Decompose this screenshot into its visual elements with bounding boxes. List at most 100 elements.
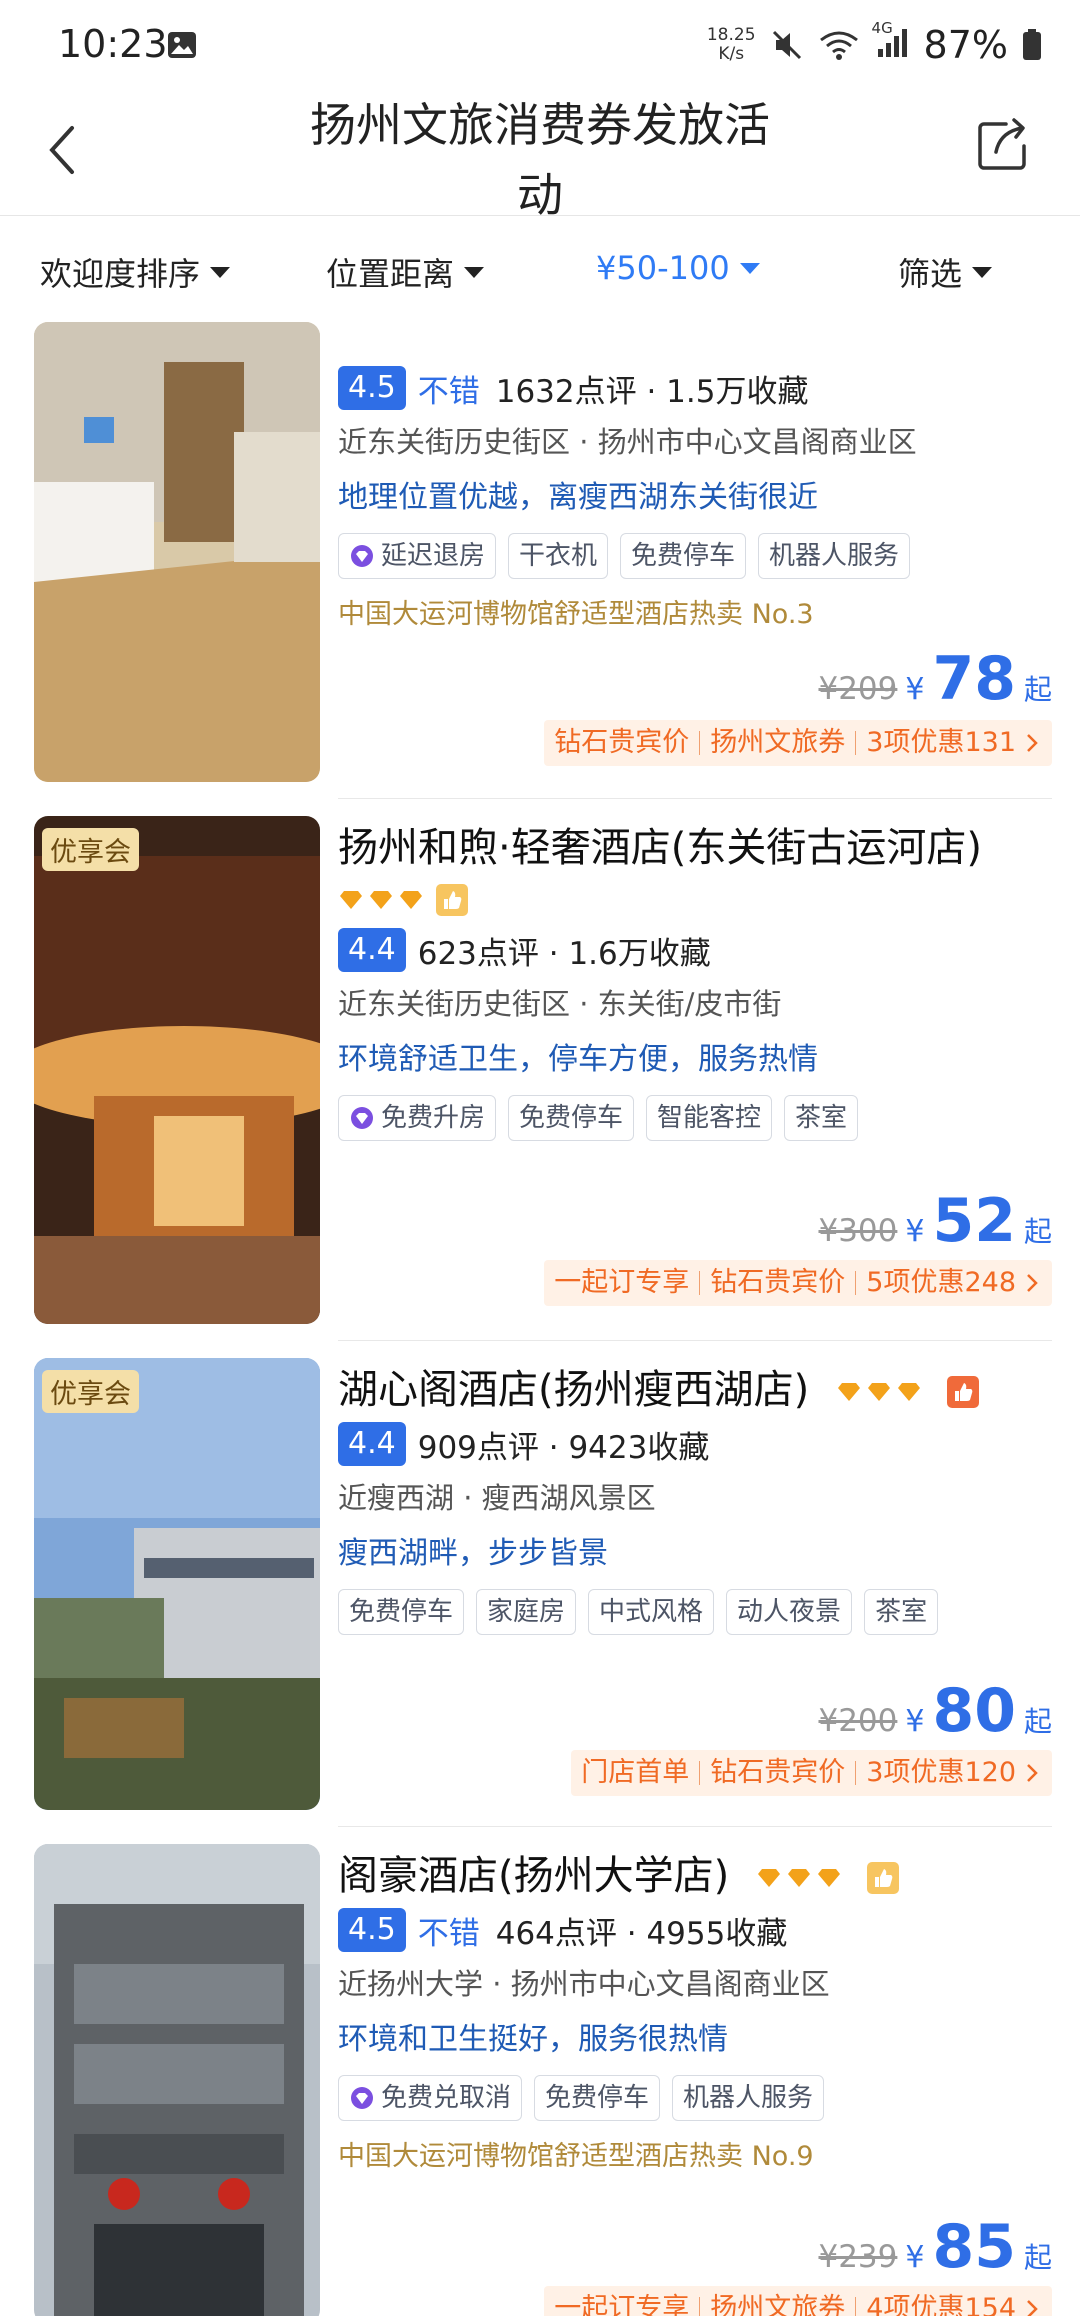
tag: 家庭房: [476, 1589, 577, 1635]
chevron-right-icon: [1027, 1274, 1038, 1292]
promo-bar[interactable]: 钻石贵宾价 扬州文旅券 3项优惠131: [544, 720, 1052, 766]
hotel-photo[interactable]: [34, 322, 320, 782]
hotel-location: 近东关街历史街区 · 东关街/皮市街: [338, 987, 782, 1021]
diamond-rating: [836, 1383, 922, 1401]
diamond-icon: [867, 1383, 890, 1401]
hotel-card[interactable]: 优享会 湖心阁酒店(扬州瘦西湖店) 4.4 909点评 · 9423收藏 近瘦西…: [34, 1358, 1052, 1810]
chevron-right-icon: [1027, 734, 1038, 752]
thumbs-up-icon: [866, 1862, 899, 1894]
hotel-card[interactable]: 阁豪酒店(扬州大学店) 4.5 不错 464点评 · 4955收藏 近扬州大学 …: [34, 1844, 1052, 2316]
tag: 动人夜景: [726, 1589, 853, 1635]
hotel-photo[interactable]: [34, 1844, 320, 2316]
net-speed: 18.25 K/s: [706, 25, 756, 64]
divider: [338, 1826, 1052, 1827]
current-price: 80: [932, 1676, 1016, 1746]
hotel-info: 4.5 不错 1632点评 · 1.5万收藏 近东关街历史街区 · 扬州市中心文…: [338, 322, 1052, 644]
hotel-photo[interactable]: 优享会: [34, 816, 320, 1324]
price-block: ¥300 ¥ 52 起: [818, 1186, 1052, 1256]
member-badge: 优享会: [42, 1370, 139, 1413]
vip-diamond-icon: [351, 1107, 373, 1129]
tag-vip: 免费升房: [338, 1095, 497, 1141]
gallery-icon: [168, 32, 196, 58]
price-suffix: 起: [1023, 1705, 1052, 1738]
ranking-label: 中国大运河博物馆舒适型酒店热卖 No.3: [338, 599, 814, 630]
tag-vip: 免费兑取消: [338, 2075, 523, 2121]
signal-indicator: 4G: [872, 19, 910, 63]
filter-price[interactable]: ¥50-100: [596, 249, 760, 287]
diamond-icon: [787, 1869, 810, 1887]
filter-popularity-sort[interactable]: 欢迎度排序: [40, 249, 231, 295]
currency: ¥: [905, 1704, 925, 1739]
tag: 茶室: [864, 1589, 939, 1635]
tag: 免费停车: [620, 533, 747, 579]
tag-list: 延迟退房 干衣机 免费停车 机器人服务: [338, 526, 1052, 586]
chevron-down-icon: [464, 266, 485, 278]
score-badge: 4.4: [338, 1422, 406, 1466]
review-count: 623点评 · 1.6万收藏: [417, 935, 711, 972]
hotel-name[interactable]: 扬州和煦·轻奢酒店(东关街古运河店): [338, 820, 1052, 876]
hotel-photo[interactable]: 优享会: [34, 1358, 320, 1810]
currency: ¥: [905, 1214, 925, 1249]
thumbs-up-icon: [946, 1376, 979, 1408]
tag: 干衣机: [508, 533, 609, 579]
hotel-highlight: 瘦西湖畔，步步皆景: [338, 1536, 608, 1571]
vip-diamond-icon: [351, 545, 373, 567]
hotel-name[interactable]: 湖心阁酒店(扬州瘦西湖店): [338, 1367, 809, 1413]
chevron-down-icon: [210, 266, 231, 278]
chevron-down-icon: [739, 262, 760, 274]
hotel-list[interactable]: 4.5 不错 1632点评 · 1.5万收藏 近东关街历史街区 · 扬州市中心文…: [0, 322, 1080, 2316]
diamond-icon: [340, 891, 362, 909]
battery-percent: 87%: [923, 23, 1008, 67]
promo-bar[interactable]: 一起订专享 扬州文旅券 4项优惠154: [544, 2286, 1052, 2316]
tag-vip: 延迟退房: [338, 533, 497, 579]
price-suffix: 起: [1023, 1215, 1052, 1248]
chevron-down-icon: [972, 266, 993, 278]
mute-icon: [772, 30, 801, 60]
tag: 茶室: [784, 1095, 859, 1141]
wifi-icon: [819, 31, 858, 60]
hotel-name-row[interactable]: 湖心阁酒店(扬州瘦西湖店): [338, 1362, 1052, 1418]
promo-bar[interactable]: 一起订专享 钻石贵宾价 5项优惠248: [544, 1260, 1052, 1306]
currency: ¥: [905, 2240, 925, 2275]
hotel-name-row[interactable]: 阁豪酒店(扬州大学店): [338, 1848, 1052, 1904]
tag-list: 免费兑取消 免费停车 机器人服务: [338, 2068, 1052, 2128]
original-price: ¥200: [818, 1703, 898, 1739]
back-arrow-icon[interactable]: [40, 120, 84, 180]
header-bar: 扬州文旅消费券发放活 动: [0, 90, 1080, 222]
diamond-icon: [897, 1383, 920, 1401]
current-price: 78: [932, 644, 1016, 714]
chevron-right-icon: [1027, 2300, 1038, 2316]
vip-diamond-icon: [351, 2087, 373, 2109]
current-price: 85: [932, 2212, 1016, 2282]
diamond-icon: [370, 891, 392, 909]
score-label: 不错: [417, 1915, 480, 1952]
filter-bar: 欢迎度排序 位置距离 ¥50-100 筛选: [0, 216, 1080, 322]
status-time: 10:23: [58, 22, 168, 66]
hotel-location: 近扬州大学 · 扬州市中心文昌阁商业区: [338, 1967, 830, 2001]
price-suffix: 起: [1023, 673, 1052, 706]
promo-bar[interactable]: 门店首单 钻石贵宾价 3项优惠120: [571, 1750, 1052, 1796]
battery-icon: [1023, 29, 1041, 60]
chevron-right-icon: [1027, 1764, 1038, 1782]
hotel-card[interactable]: 4.5 不错 1632点评 · 1.5万收藏 近东关街历史街区 · 扬州市中心文…: [34, 322, 1052, 782]
diamond-icon: [837, 1383, 860, 1401]
tag-list: 免费升房 免费停车 智能客控 茶室: [338, 1088, 1052, 1148]
filter-distance[interactable]: 位置距离: [326, 249, 485, 295]
price-block: ¥209 ¥ 78 起: [818, 644, 1052, 714]
status-bar: 10:23 18.25 K/s 4G 87%: [0, 0, 1080, 90]
tag: 免费停车: [508, 1095, 635, 1141]
tag-list: 免费停车 家庭房 中式风格 动人夜景 茶室: [338, 1582, 1052, 1642]
diamond-icon: [757, 1869, 780, 1887]
hotel-highlight: 地理位置优越，离瘦西湖东关街很近: [338, 480, 818, 515]
tag: 免费停车: [338, 1589, 465, 1635]
review-count: 1632点评 · 1.5万收藏: [495, 373, 809, 410]
hotel-info: 阁豪酒店(扬州大学店) 4.5 不错 464点评 · 4955收藏 近扬州大学 …: [338, 1848, 1052, 2186]
hotel-name[interactable]: 阁豪酒店(扬州大学店): [338, 1853, 729, 1899]
hotel-info: 扬州和煦·轻奢酒店(东关街古运河店) 4.4 623点评 · 1.6万收藏 近东…: [338, 820, 1052, 1148]
diamond-rating: [338, 891, 424, 909]
filter-more[interactable]: 筛选: [898, 249, 993, 295]
hotel-location: 近东关街历史街区 · 扬州市中心文昌阁商业区: [338, 425, 917, 459]
hotel-card[interactable]: 优享会 扬州和煦·轻奢酒店(东关街古运河店) 4.4 623点评 · 1.6万收…: [34, 816, 1052, 1326]
hotel-location: 近瘦西湖 · 瘦西湖风景区: [338, 1481, 656, 1515]
share-icon[interactable]: [976, 114, 1030, 174]
